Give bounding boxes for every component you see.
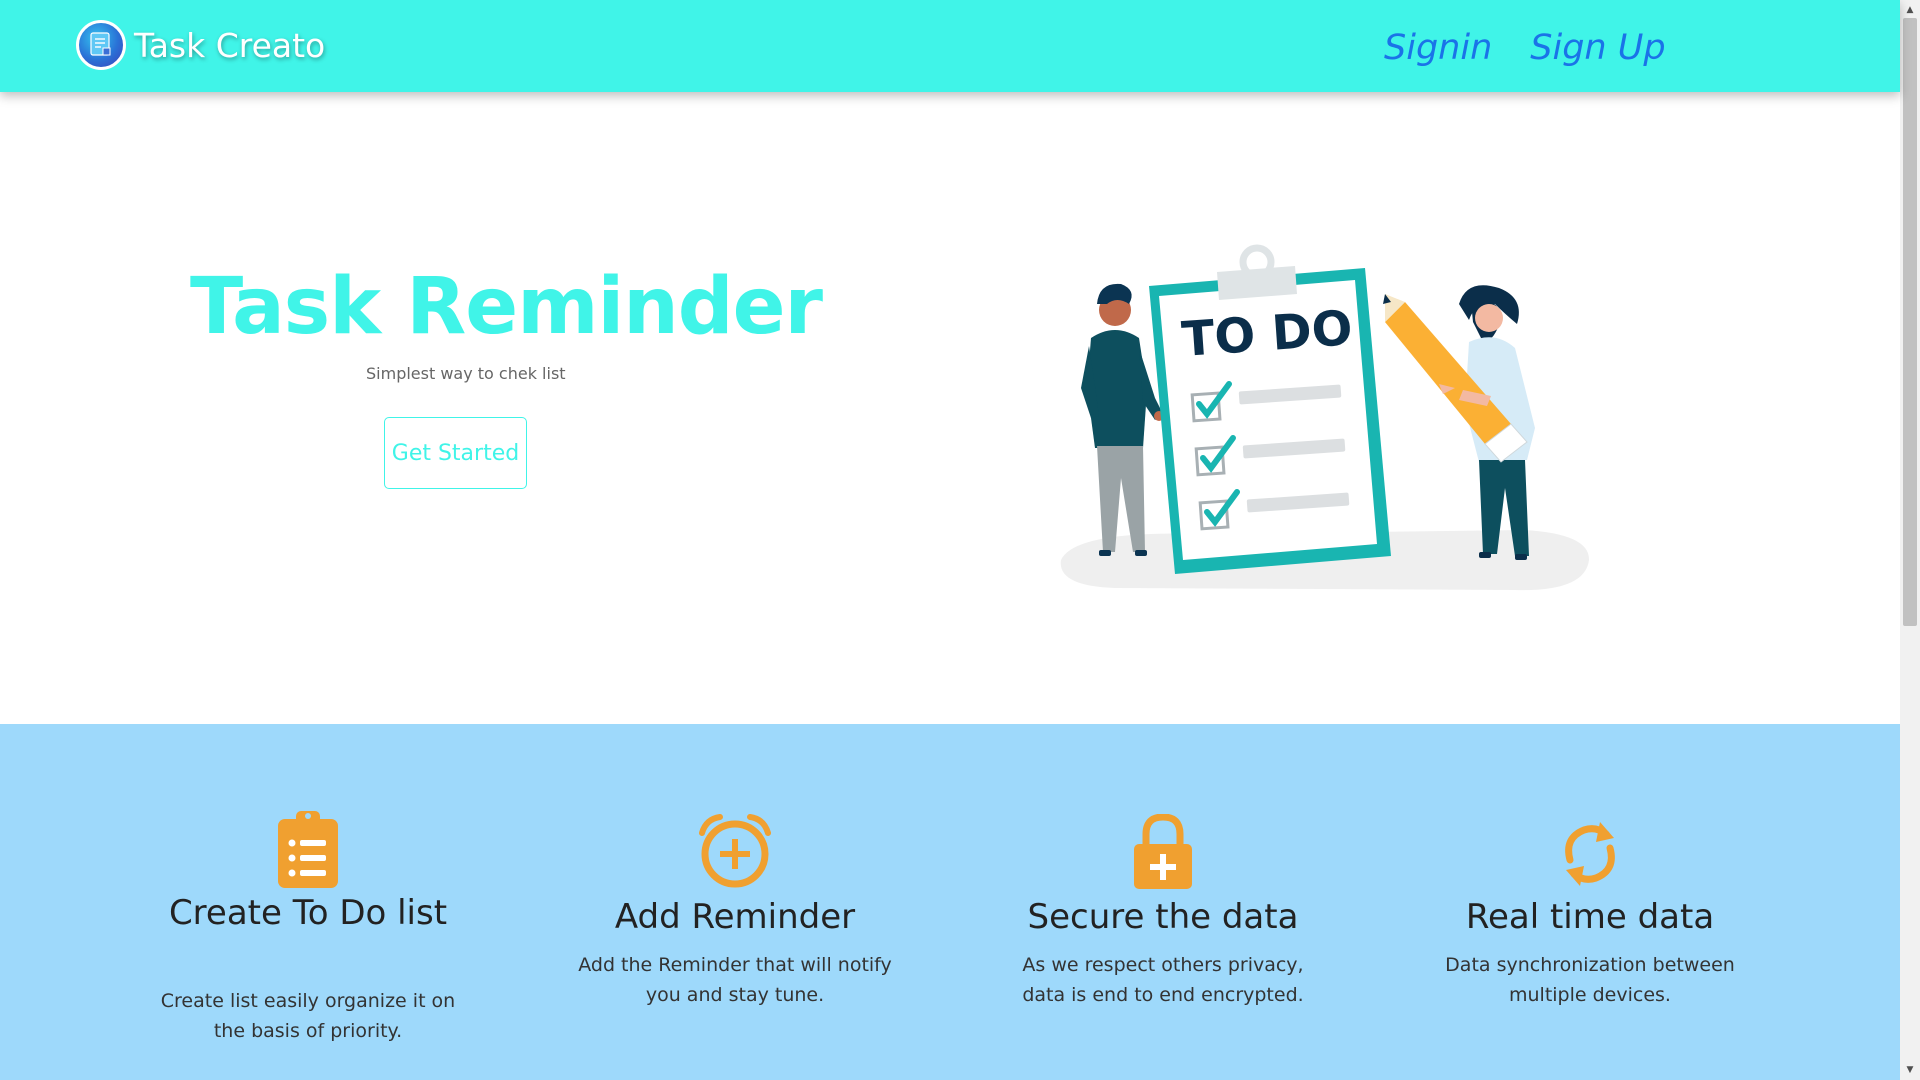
feature-title: Add Reminder bbox=[614, 897, 856, 937]
feature-description: As we respect others privacy, data is en… bbox=[1022, 954, 1304, 1006]
signup-link[interactable]: Sign Up bbox=[1530, 28, 1665, 68]
feature-title: Real time data bbox=[1465, 897, 1715, 937]
feature-title: Create To Do list bbox=[168, 893, 448, 933]
feature-title: Secure the data bbox=[1027, 897, 1299, 937]
clipboard-icon: TO DO bbox=[1149, 244, 1391, 574]
nav-links: Signin Sign Up bbox=[1384, 28, 1666, 68]
app-logo-icon bbox=[76, 20, 126, 70]
page-scrollbar[interactable]: ▲ ▼ bbox=[1900, 0, 1920, 1080]
brand-name: Task Creato bbox=[134, 25, 326, 65]
feature-description: Create list easily organize it on the ba… bbox=[160, 990, 456, 1042]
scroll-up-arrow-icon[interactable]: ▲ bbox=[1900, 2, 1920, 18]
lock-plus-icon bbox=[1133, 813, 1193, 894]
clipboard-list-icon bbox=[277, 809, 339, 893]
signin-link[interactable]: Signin bbox=[1384, 28, 1492, 68]
get-started-button[interactable]: Get Started bbox=[384, 417, 527, 489]
hero-subtitle: Simplest way to chek list bbox=[366, 364, 566, 383]
svg-text:TO DO: TO DO bbox=[1180, 300, 1354, 368]
brand[interactable]: Task Creato bbox=[76, 20, 325, 70]
scroll-down-arrow-icon[interactable]: ▼ bbox=[1900, 1062, 1920, 1078]
todo-illustration: TO DO bbox=[1055, 238, 1595, 600]
feature-description: Data synchronization between multiple de… bbox=[1445, 954, 1735, 1006]
alarm-clock-plus-icon bbox=[698, 813, 772, 893]
feature-description: Add the Reminder that will notify you an… bbox=[578, 954, 892, 1006]
scrollbar-thumb[interactable] bbox=[1903, 18, 1917, 626]
navbar: Task Creato Signin Sign Up bbox=[0, 0, 1900, 92]
features-section: Create To Do list Create list easily org… bbox=[0, 724, 1900, 1080]
man-figure-icon bbox=[1081, 283, 1164, 556]
hero-title: Task Reminder bbox=[190, 262, 823, 352]
sync-icon bbox=[1558, 816, 1622, 896]
